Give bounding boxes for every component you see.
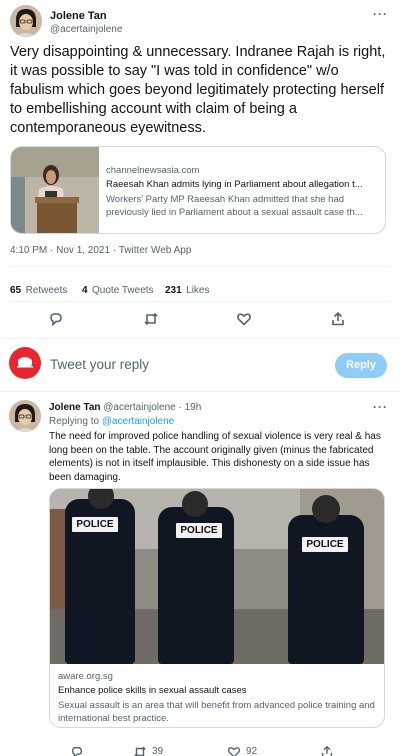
retweet-count: 39 bbox=[152, 746, 164, 756]
likes-stat[interactable]: 231 Likes bbox=[165, 280, 210, 298]
reply-author-handle[interactable]: @acertainjolene bbox=[103, 402, 175, 413]
quote-tweets-stat[interactable]: 4 Quote Tweets bbox=[82, 280, 154, 298]
retweets-label: Retweets bbox=[25, 285, 68, 296]
retweets-stat[interactable]: 65 Retweets bbox=[10, 280, 67, 298]
reply-header: Jolene Tan @acertainjolene · 19h bbox=[49, 402, 201, 413]
officer-head bbox=[182, 491, 208, 517]
card-domain: aware.org.sg bbox=[58, 671, 113, 682]
author-avatar[interactable] bbox=[10, 5, 42, 37]
police-label: POLICE bbox=[72, 517, 118, 532]
replying-to: Replying to @acertainjolene bbox=[49, 416, 174, 427]
card-description: Workers' Party MP Raeesah Khan admitted … bbox=[106, 194, 363, 218]
police-label: POLICE bbox=[302, 537, 348, 552]
like-icon[interactable] bbox=[227, 745, 241, 756]
reply-icon[interactable] bbox=[48, 311, 64, 332]
more-icon[interactable]: ··· bbox=[373, 7, 388, 21]
card-thumbnail bbox=[11, 147, 99, 233]
tweet-text: Very disappointing & unnecessary. Indran… bbox=[10, 44, 386, 136]
quote-tweets-label: Quote Tweets bbox=[92, 285, 154, 296]
likes-label: Likes bbox=[186, 285, 210, 296]
divider bbox=[0, 391, 400, 392]
reply-author-avatar[interactable] bbox=[9, 400, 41, 432]
replying-to-prefix: Replying to bbox=[49, 416, 100, 427]
reply-icon[interactable] bbox=[70, 745, 84, 756]
officer-head bbox=[312, 495, 340, 523]
divider bbox=[10, 266, 390, 267]
more-icon[interactable]: ··· bbox=[373, 400, 388, 414]
like-count: 92 bbox=[246, 746, 258, 756]
card-description: Sexual assault is an area that will bene… bbox=[58, 700, 375, 724]
reply-button[interactable]: Reply bbox=[335, 353, 387, 378]
author-name[interactable]: Jolene Tan bbox=[50, 10, 107, 22]
like-icon[interactable] bbox=[236, 311, 252, 332]
tweet-timestamp[interactable]: 4:10 PM · Nov 1, 2021 · Twitter Web App bbox=[10, 245, 191, 256]
card-image: POLICE POLICE POLICE bbox=[50, 489, 384, 664]
reply-time[interactable]: 19h bbox=[185, 402, 202, 413]
share-icon[interactable] bbox=[320, 745, 334, 756]
quote-tweets-count: 4 bbox=[82, 285, 88, 296]
card-title: Enhance police skills in sexual assault … bbox=[58, 685, 247, 696]
retweet-icon[interactable] bbox=[133, 745, 147, 756]
replying-to-handle[interactable]: @acertainjolene bbox=[102, 416, 174, 427]
share-icon[interactable] bbox=[330, 311, 346, 332]
reply-text: The need for improved police handling of… bbox=[49, 431, 381, 483]
card-title: Raeesah Khan admits lying in Parliament … bbox=[106, 179, 363, 190]
composer-avatar bbox=[9, 347, 41, 379]
card-domain: channelnewsasia.com bbox=[106, 165, 200, 176]
divider bbox=[10, 301, 390, 302]
reply-link-card[interactable]: POLICE POLICE POLICE aware.org.sg Enhanc… bbox=[49, 488, 385, 728]
retweets-count: 65 bbox=[10, 285, 22, 296]
link-card[interactable]: channelnewsasia.com Raeesah Khan admits … bbox=[10, 146, 386, 234]
reply-separator: · bbox=[178, 402, 182, 413]
police-label: POLICE bbox=[176, 523, 222, 538]
divider bbox=[0, 338, 400, 339]
retweet-icon[interactable] bbox=[143, 311, 159, 332]
reply-author-name[interactable]: Jolene Tan bbox=[49, 402, 101, 413]
reply-input[interactable]: Tweet your reply bbox=[50, 357, 149, 372]
likes-count: 231 bbox=[165, 285, 182, 296]
author-handle[interactable]: @acertainjolene bbox=[50, 24, 122, 35]
